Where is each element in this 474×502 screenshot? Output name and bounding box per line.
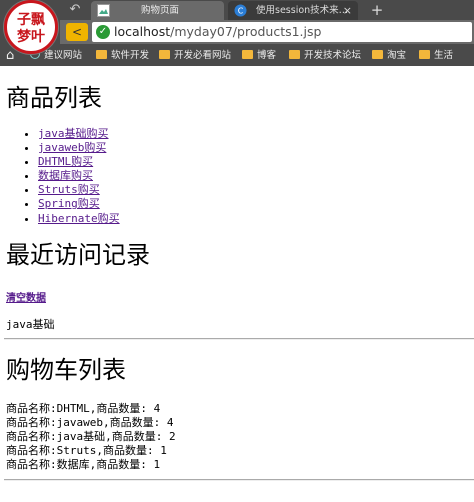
product-link[interactable]: java基础购买 <box>38 127 109 140</box>
folder-icon <box>289 50 300 59</box>
bookmark-blog[interactable]: 博客 <box>242 49 276 63</box>
folder-icon <box>96 50 107 59</box>
list-item: Hibernate购买 <box>38 212 120 226</box>
page-favicon-icon <box>97 4 110 17</box>
svg-text:C: C <box>238 7 244 16</box>
list-item: 数据库购买 <box>38 169 120 183</box>
list-item: java基础购买 <box>38 127 120 141</box>
folder-icon <box>372 50 383 59</box>
tab-title: 购物页面 <box>141 5 180 16</box>
bookmark-dev-forums[interactable]: 开发技术论坛 <box>289 49 361 63</box>
url-text[interactable]: localhost/myday07/products1.jsp <box>114 22 321 42</box>
svg-text:子飘: 子飘 <box>17 12 45 28</box>
list-item: Struts购买 <box>38 183 120 197</box>
list-item: DHTML购买 <box>38 155 120 169</box>
cart-row: 商品名称:javaweb,商品数量: 4 <box>6 416 174 430</box>
tab-title: 使用session技术来… <box>256 5 349 16</box>
cart-row: 商品名称:数据库,商品数量: 1 <box>6 458 161 472</box>
browser-chrome: 子飘 梦叶 ↶ 购物页面 C 使用session技术来… × + < ✓ loc… <box>0 0 474 66</box>
product-link[interactable]: DHTML购买 <box>38 155 93 168</box>
divider <box>4 479 474 481</box>
secure-shield-icon: ✓ <box>96 25 110 39</box>
close-tab-icon[interactable]: × <box>343 1 352 20</box>
back-button[interactable]: < <box>66 23 88 41</box>
tab-shopping-page[interactable]: 购物页面 <box>91 1 224 20</box>
bookmark-taobao[interactable]: 淘宝 <box>372 49 406 63</box>
bookmark-software-dev[interactable]: 软件开发 <box>96 49 149 63</box>
product-link[interactable]: Struts购买 <box>38 183 100 196</box>
products-heading: 商品列表 <box>6 84 102 112</box>
bookmark-must-see-sites[interactable]: 开发必看网站 <box>159 49 231 63</box>
browser-logo[interactable]: 子飘 梦叶 <box>4 0 58 54</box>
cart-list: 商品名称:DHTML,商品数量: 4 商品名称:javaweb,商品数量: 4 … <box>6 402 176 472</box>
divider <box>4 338 474 340</box>
tab-bar: ↶ 购物页面 C 使用session技术来… × + <box>0 0 474 20</box>
folder-icon <box>159 50 170 59</box>
history-item: java基础 <box>6 318 55 331</box>
folder-icon <box>242 50 253 59</box>
product-link[interactable]: 数据库购买 <box>38 169 93 182</box>
page-content: 商品列表 java基础购买 javaweb购买 DHTML购买 数据库购买 St… <box>0 66 474 502</box>
product-link[interactable]: Hibernate购买 <box>38 212 120 225</box>
clear-data-link[interactable]: 清空数据 <box>6 289 46 304</box>
history-heading: 最近访问记录 <box>6 241 150 269</box>
folder-icon <box>419 50 430 59</box>
cart-row: 商品名称:java基础,商品数量: 2 <box>6 430 176 444</box>
tab-favicon-icon: C <box>234 4 247 17</box>
address-row: < ✓ localhost/myday07/products1.jsp <box>60 20 474 44</box>
cart-heading: 购物车列表 <box>6 356 126 384</box>
logo-seal-icon: 子飘 梦叶 <box>17 12 45 45</box>
cart-row: 商品名称:Struts,商品数量: 1 <box>6 444 167 458</box>
product-link[interactable]: Spring购买 <box>38 197 100 210</box>
bookmarks-bar: ⌂ 建议网站 软件开发 开发必看网站 博客 开发技术论坛 淘宝 生活 <box>0 46 474 66</box>
address-bar[interactable]: ✓ localhost/myday07/products1.jsp <box>92 22 472 42</box>
bookmark-life[interactable]: 生活 <box>419 49 453 63</box>
svg-text:梦叶: 梦叶 <box>17 28 45 45</box>
product-link[interactable]: javaweb购买 <box>38 141 106 154</box>
tab-back-arrow-icon[interactable]: ↶ <box>64 2 86 18</box>
tab-session[interactable]: C 使用session技术来… × <box>228 1 358 20</box>
list-item: javaweb购买 <box>38 141 120 155</box>
list-item: Spring购买 <box>38 197 120 211</box>
cart-row: 商品名称:DHTML,商品数量: 4 <box>6 402 161 415</box>
new-tab-button[interactable]: + <box>367 0 387 20</box>
product-list: java基础购买 javaweb购买 DHTML购买 数据库购买 Struts购… <box>22 127 120 226</box>
